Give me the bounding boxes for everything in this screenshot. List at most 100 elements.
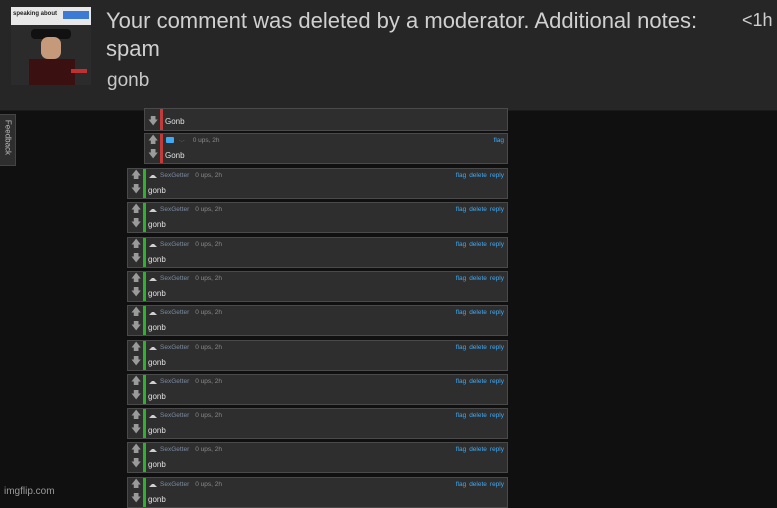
delete-link[interactable]: delete <box>469 275 487 282</box>
downvote-icon[interactable]: 🡇 <box>148 117 158 127</box>
upvote-icon[interactable]: 🡅 <box>131 480 141 490</box>
upvote-icon[interactable]: 🡅 <box>131 445 141 455</box>
upvote-icon[interactable]: 🡅 <box>131 240 141 250</box>
flag-link[interactable]: flag <box>456 275 466 282</box>
comment-username[interactable]: SexGetter <box>160 481 189 488</box>
flag-link[interactable]: flag <box>456 412 466 419</box>
comment-body: gonb <box>148 220 166 229</box>
delete-link[interactable]: delete <box>469 309 487 316</box>
flag-link[interactable]: flag <box>456 241 466 248</box>
crown-icon <box>149 446 157 452</box>
downvote-icon[interactable]: 🡇 <box>131 425 141 435</box>
flag-link[interactable]: flag <box>456 446 466 453</box>
reply-link[interactable]: reply <box>490 412 504 419</box>
downvote-icon[interactable]: 🡇 <box>131 254 141 264</box>
comment-username[interactable]: ·.· <box>179 137 185 144</box>
comment-username[interactable]: SexGetter <box>160 344 189 351</box>
comment-username[interactable]: SexGetter <box>160 309 189 316</box>
comment-body: gonb <box>148 323 166 332</box>
comment-row: 🡅 🡇 SexGetter 0 ups, 2h gonb flag delete reply <box>127 442 508 473</box>
reply-link[interactable]: reply <box>490 309 504 316</box>
crown-icon <box>149 344 157 350</box>
flag-link[interactable]: flag <box>456 309 466 316</box>
comment-body: gonb <box>148 289 166 298</box>
reply-link[interactable]: reply <box>490 344 504 351</box>
comment-row: 🡇 Gonb <box>144 108 508 131</box>
delete-link[interactable]: delete <box>469 172 487 179</box>
delete-link[interactable]: delete <box>469 481 487 488</box>
comment-username[interactable]: SexGetter <box>160 378 189 385</box>
comment-meta: 0 ups, 2h <box>195 412 223 419</box>
upvote-icon[interactable]: 🡅 <box>148 136 158 146</box>
comment-row: 🡅 🡇 SexGetter 0 ups, 2h gonb flag delete reply <box>127 305 508 336</box>
comment-row: 🡅 🡇 SexGetter 0 ups, 2h gonb flag delete reply <box>127 202 508 233</box>
comment-username[interactable]: SexGetter <box>160 206 189 213</box>
upvote-icon[interactable]: 🡅 <box>131 205 141 215</box>
delete-link[interactable]: delete <box>469 446 487 453</box>
delete-link[interactable]: delete <box>469 206 487 213</box>
upvote-icon[interactable]: 🡅 <box>131 411 141 421</box>
downvote-icon[interactable]: 🡇 <box>131 391 141 401</box>
comment-row: 🡅 🡇 SexGetter 0 ups, 2h gonb flag delete reply <box>127 340 508 371</box>
comment-username[interactable]: SexGetter <box>160 275 189 282</box>
flag-link[interactable]: flag <box>456 481 466 488</box>
reply-link[interactable]: reply <box>490 446 504 453</box>
delete-link[interactable]: delete <box>469 241 487 248</box>
downvote-icon[interactable]: 🡇 <box>131 459 141 469</box>
comment-meta: 0 ups, 2h <box>195 309 223 316</box>
comment-username[interactable]: SexGetter <box>160 446 189 453</box>
comment-body: gonb <box>148 392 166 401</box>
downvote-icon[interactable]: 🡇 <box>131 494 141 504</box>
comment-username[interactable]: SexGetter <box>160 241 189 248</box>
comment-meta: 0 ups, 2h <box>195 446 223 453</box>
thumbnail-caption: speaking about <box>13 11 58 17</box>
comment-username[interactable]: SexGetter <box>160 412 189 419</box>
reply-link[interactable]: reply <box>490 172 504 179</box>
reply-link[interactable]: reply <box>490 275 504 282</box>
comment-username[interactable]: SexGetter <box>160 172 189 179</box>
comment-body: Gonb <box>165 117 185 126</box>
comment-meta: 0 ups, 2h <box>195 344 223 351</box>
comment-body: gonb <box>148 186 166 195</box>
notification-timestamp: <1h <box>742 10 773 30</box>
reply-link[interactable]: reply <box>490 241 504 248</box>
upvote-icon[interactable]: 🡅 <box>131 171 141 181</box>
reply-link[interactable]: reply <box>490 481 504 488</box>
watermark: imgflip.com <box>4 486 55 497</box>
crown-icon <box>149 481 157 487</box>
downvote-icon[interactable]: 🡇 <box>131 219 141 229</box>
delete-link[interactable]: delete <box>469 344 487 351</box>
downvote-icon[interactable]: 🡇 <box>131 322 141 332</box>
upvote-icon[interactable]: 🡅 <box>131 377 141 387</box>
comment-meta: 0 ups, 2h <box>195 378 223 385</box>
comment-body: Gonb <box>165 151 185 160</box>
downvote-icon[interactable]: 🡇 <box>131 357 141 367</box>
downvote-icon[interactable]: 🡇 <box>148 150 158 160</box>
comment-meta: 0 ups, 2h <box>195 241 223 248</box>
reply-link[interactable]: reply <box>490 378 504 385</box>
downvote-icon[interactable]: 🡇 <box>131 288 141 298</box>
comment-row: 🡅 🡇 ·.· 0 ups, 2h Gonb flag <box>144 133 508 164</box>
comment-row: 🡅 🡇 SexGetter 0 ups, 2h gonb flag delete reply <box>127 168 508 199</box>
flag-link[interactable]: flag <box>456 206 466 213</box>
notification-banner[interactable]: speaking about Your comment was deleted … <box>0 0 777 111</box>
flag-link[interactable]: flag <box>456 172 466 179</box>
feedback-label: Feedback <box>3 119 13 156</box>
flag-link[interactable]: flag <box>456 344 466 351</box>
comment-row: 🡅 🡇 SexGetter 0 ups, 2h gonb flag delete reply <box>127 374 508 405</box>
feedback-tab[interactable]: Feedback <box>0 114 16 166</box>
upvote-icon[interactable]: 🡅 <box>131 274 141 284</box>
downvote-icon[interactable]: 🡇 <box>131 185 141 195</box>
flag-link[interactable]: flag <box>494 137 504 144</box>
reply-link[interactable]: reply <box>490 206 504 213</box>
upvote-icon[interactable]: 🡅 <box>131 308 141 318</box>
comment-body: gonb <box>148 460 166 469</box>
crown-icon <box>149 241 157 247</box>
comment-meta: 0 ups, 2h <box>195 275 223 282</box>
flag-link[interactable]: flag <box>456 378 466 385</box>
crown-icon <box>149 172 157 178</box>
delete-link[interactable]: delete <box>469 412 487 419</box>
upvote-icon[interactable]: 🡅 <box>131 343 141 353</box>
crown-icon <box>149 275 157 281</box>
delete-link[interactable]: delete <box>469 378 487 385</box>
